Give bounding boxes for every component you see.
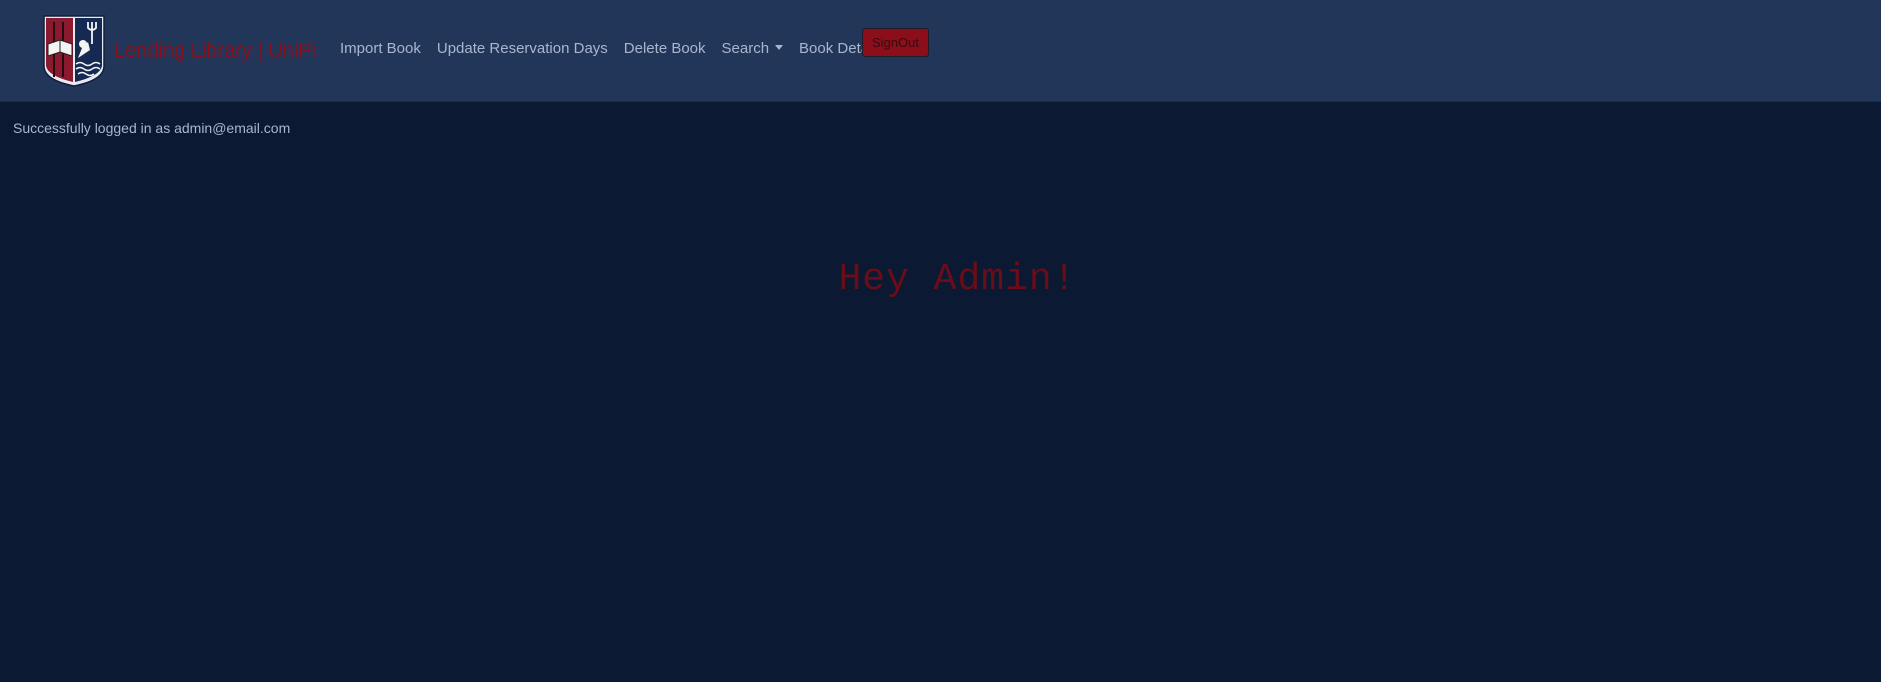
nav-search-dropdown[interactable]: Search <box>714 40 792 57</box>
caret-down-icon <box>775 45 784 50</box>
nav-search-label: Search <box>721 40 770 57</box>
top-navbar: Lending Library | UniPi Import Book Upda… <box>0 0 1881 102</box>
nav-delete-book[interactable]: Delete Book <box>616 40 714 57</box>
signout-button[interactable]: SignOut <box>862 28 929 57</box>
brand-link[interactable]: Lending Library | UniPi <box>42 14 316 88</box>
nav-menu: Import Book Update Reservation Days Dele… <box>332 40 891 57</box>
brand-title: Lending Library | UniPi <box>114 39 316 62</box>
greeting-heading: Hey Admin! <box>838 258 1077 301</box>
login-status-message: Successfully logged in as admin@email.co… <box>13 120 291 136</box>
university-crest-icon <box>43 15 105 87</box>
nav-update-reservation-days[interactable]: Update Reservation Days <box>429 40 616 57</box>
nav-import-book[interactable]: Import Book <box>332 40 429 57</box>
